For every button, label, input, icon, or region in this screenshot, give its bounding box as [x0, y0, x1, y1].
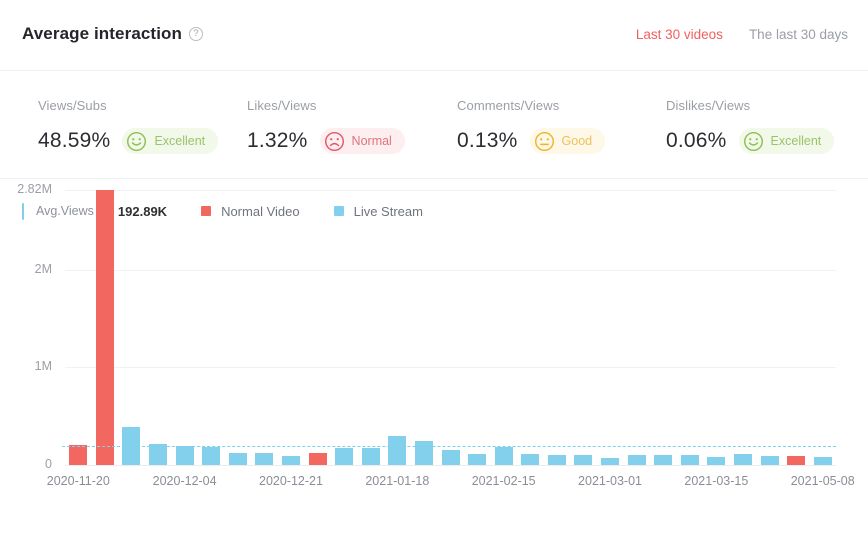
- chart-bar[interactable]: [335, 447, 354, 465]
- x-axis-tick-label: 2020-12-21: [258, 474, 323, 488]
- chart-bar[interactable]: [95, 190, 114, 465]
- y-axis-tick-label: 2.82M: [17, 182, 52, 196]
- chart-bar[interactable]: [149, 444, 168, 465]
- chart-bar[interactable]: [441, 450, 460, 465]
- smile-face-icon: [743, 131, 764, 152]
- x-axis-tick-label: 2021-01-18: [365, 474, 430, 488]
- status-badge-label: Good: [561, 134, 593, 148]
- metric-value: 48.59%: [38, 129, 111, 152]
- question-circle-icon[interactable]: [189, 27, 203, 41]
- chart-bar[interactable]: [308, 453, 327, 465]
- x-axis-tick-label: 2021-05-08: [790, 474, 855, 488]
- metric-label: Likes/Views: [247, 98, 317, 113]
- x-axis-tick-label: 2021-02-15: [471, 474, 536, 488]
- metric-views-subs: Views/Subs 48.59% Excellent: [38, 98, 219, 154]
- page-title-text: Average interaction: [22, 24, 182, 43]
- chart-bar[interactable]: [175, 445, 194, 465]
- chart-gridline: [65, 367, 836, 369]
- frown-face-icon: [324, 131, 345, 152]
- tab-last-30-days[interactable]: The last 30 days: [749, 27, 848, 42]
- x-axis-tick-label: 2021-03-15: [684, 474, 749, 488]
- metric-dislikes-views: Dislikes/Views 0.06% Excellent: [666, 98, 835, 154]
- chart-bar[interactable]: [255, 452, 274, 465]
- chart-bar[interactable]: [468, 454, 487, 465]
- smile-face-icon: [126, 131, 147, 152]
- chart-plot-area: 0 1M 2M 2.82M 2020-11-20 2020-12-04 2020-12-21…: [0, 179, 868, 553]
- chart-gridline: [65, 269, 836, 271]
- y-axis-tick-label: 0: [45, 457, 52, 471]
- chart-bar[interactable]: [69, 444, 88, 465]
- chart-bar[interactable]: [388, 435, 407, 465]
- chart-bar[interactable]: [813, 456, 832, 465]
- metric-label: Comments/Views: [457, 98, 560, 113]
- metric-label: Views/Subs: [38, 98, 107, 113]
- chart-bar[interactable]: [521, 454, 540, 465]
- status-badge-label: Excellent: [770, 134, 822, 148]
- y-axis-tick-label: 2M: [34, 261, 52, 276]
- average-views-line: [62, 446, 836, 448]
- chart-bar[interactable]: [281, 456, 300, 465]
- chart-bar[interactable]: [228, 452, 247, 465]
- metric-value: 0.06%: [666, 129, 727, 152]
- range-tab-group: Last 30 videos The last 30 days: [636, 27, 848, 42]
- chart-bar[interactable]: [760, 455, 779, 465]
- tab-last-30-videos[interactable]: Last 30 videos: [636, 27, 723, 42]
- status-badge: Good: [529, 128, 606, 154]
- metric-value: 1.32%: [247, 129, 308, 152]
- chart-bar[interactable]: [361, 447, 380, 465]
- metric-label: Dislikes/Views: [666, 98, 751, 113]
- metric-value: 0.13%: [457, 129, 518, 152]
- metric-comments-views: Comments/Views 0.13% Good: [457, 98, 606, 154]
- x-axis-line: [65, 465, 836, 466]
- chart-bar[interactable]: [733, 454, 752, 465]
- chart-bar[interactable]: [494, 446, 513, 465]
- neutral-face-icon: [534, 131, 555, 152]
- status-badge: Excellent: [738, 128, 835, 154]
- x-axis-tick-label: 2020-12-04: [152, 474, 217, 488]
- status-badge-label: Normal: [351, 134, 392, 148]
- y-axis-tick-label: 1M: [34, 359, 52, 374]
- x-axis-tick-label: 2021-03-01: [578, 474, 642, 488]
- chart-bar[interactable]: [202, 446, 221, 465]
- x-axis-tick-label: 2020-11-20: [46, 474, 110, 488]
- panel-header: Average interaction Last 30 videos The l…: [0, 0, 868, 71]
- chart-bar[interactable]: [574, 454, 593, 465]
- status-badge-label: Excellent: [154, 134, 206, 148]
- chart-bar[interactable]: [707, 457, 726, 465]
- chart-gridline: [65, 190, 836, 191]
- chart-bar[interactable]: [787, 456, 806, 465]
- chart-bar[interactable]: [654, 454, 673, 465]
- page-title: Average interaction: [22, 24, 203, 44]
- metric-strip: Views/Subs 48.59% Excellent Likes/Views …: [0, 71, 868, 179]
- status-badge: Normal: [319, 128, 405, 154]
- avg-views-chart: Avg.Views 192.89K Normal Video Live Stre…: [0, 179, 868, 553]
- status-badge: Excellent: [122, 128, 219, 154]
- average-interaction-panel: Average interaction Last 30 videos The l…: [0, 0, 868, 554]
- metric-likes-views: Likes/Views 1.32% Normal: [247, 98, 405, 154]
- chart-bar[interactable]: [601, 457, 620, 465]
- chart-bar[interactable]: [547, 454, 566, 465]
- chart-bar[interactable]: [627, 455, 646, 465]
- chart-bar[interactable]: [414, 440, 433, 465]
- chart-bar[interactable]: [680, 455, 699, 465]
